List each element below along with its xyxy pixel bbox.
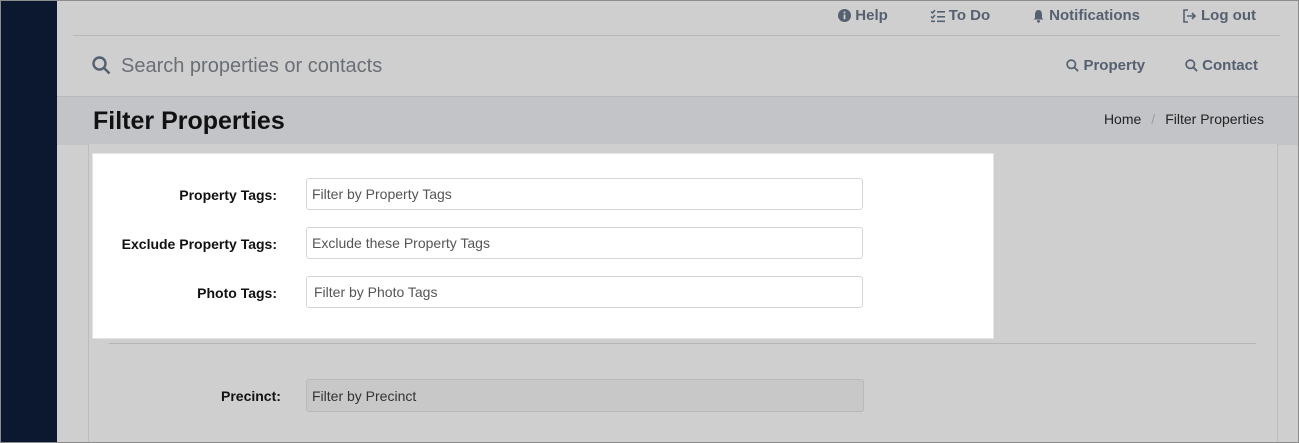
exclude-property-tags-row: Exclude Property Tags: [93, 227, 993, 261]
contact-search-button[interactable]: Contact [1185, 57, 1258, 74]
photo-tags-input[interactable] [306, 276, 863, 308]
breadcrumb-home[interactable]: Home [1104, 111, 1141, 127]
photo-tags-label: Photo Tags: [197, 285, 277, 301]
precinct-label: Precinct: [221, 388, 281, 404]
photo-tags-row: Photo Tags: [93, 276, 993, 310]
property-tags-row: Property Tags: [93, 178, 993, 212]
logout-link[interactable]: Log out [1182, 7, 1256, 24]
breadcrumb-separator: / [1151, 111, 1156, 127]
left-sidebar [1, 1, 57, 442]
breadcrumb: Home / Filter Properties [1104, 111, 1264, 127]
global-search-input[interactable] [121, 52, 821, 80]
precinct-input[interactable] [306, 379, 864, 412]
logout-label: Log out [1201, 7, 1256, 24]
page-title: Filter Properties [93, 107, 285, 135]
exclude-property-tags-input[interactable] [306, 227, 863, 259]
page-header: Filter Properties Home / Filter Properti… [57, 96, 1298, 145]
property-search-label: Property [1083, 57, 1146, 74]
quick-search: Property Contact [1026, 57, 1258, 74]
todo-label: To Do [948, 7, 991, 24]
search-icon [1066, 59, 1080, 72]
search-icon [92, 56, 111, 75]
top-navigation: Help To Do Notifications Log out [796, 7, 1256, 24]
info-circle-icon [838, 9, 852, 22]
todo-link[interactable]: To Do [930, 7, 990, 24]
tag-filters-panel: Property Tags: Exclude Property Tags: Ph… [92, 153, 994, 339]
logout-icon [1183, 8, 1197, 23]
notifications-label: Notifications [1049, 7, 1141, 24]
property-search-button[interactable]: Property [1066, 57, 1145, 74]
top-bar: Help To Do Notifications Log out [57, 1, 1298, 35]
notifications-link[interactable]: Notifications [1032, 7, 1140, 24]
property-tags-input[interactable] [306, 178, 863, 210]
property-tags-label: Property Tags: [179, 187, 277, 203]
search-icon [1185, 59, 1198, 72]
bell-icon [1033, 9, 1044, 23]
breadcrumb-current: Filter Properties [1165, 111, 1264, 127]
exclude-property-tags-label: Exclude Property Tags: [121, 236, 277, 252]
checklist-icon [930, 9, 945, 22]
section-divider [109, 343, 1256, 344]
help-link[interactable]: Help [838, 7, 888, 24]
search-row: Property Contact [57, 36, 1298, 96]
help-label: Help [855, 7, 888, 24]
app-window: Help To Do Notifications Log out Search … [0, 0, 1299, 443]
contact-search-label: Contact [1202, 57, 1258, 74]
